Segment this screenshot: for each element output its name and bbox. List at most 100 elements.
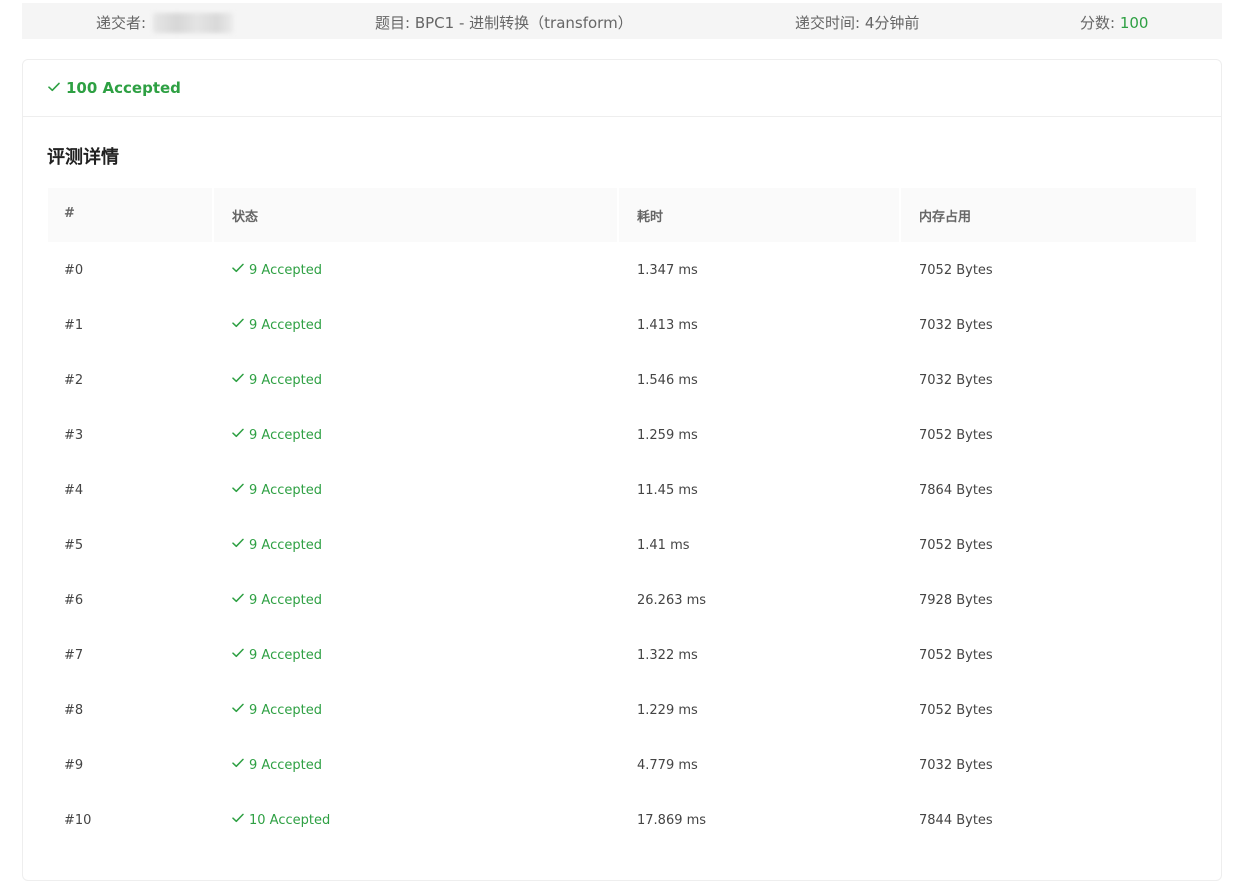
table-row: #10 10 Accepted 17.869 ms 7844 Bytes (48, 792, 1196, 847)
testcase-status-text: 9 Accepted (249, 593, 322, 608)
testcase-id: #10 (64, 813, 92, 828)
testcase-memory: 7928 Bytes (919, 593, 993, 608)
submit-time-info: 递交时间: 4分钟前 (795, 12, 919, 33)
column-divider (212, 188, 214, 242)
table-header: # 状态 耗时 内存占用 (48, 188, 1196, 242)
testcase-time: 11.45 ms (637, 483, 698, 498)
testcase-status: 9 Accepted (232, 373, 322, 388)
testcase-status: 9 Accepted (232, 703, 322, 718)
testcase-status-text: 9 Accepted (249, 318, 322, 333)
testcase-memory: 7052 Bytes (919, 538, 993, 553)
testcase-time: 1.229 ms (637, 703, 698, 718)
submitter-label: 递交者: (96, 14, 147, 32)
testcase-id: #4 (64, 483, 84, 498)
column-header-memory: 内存占用 (919, 210, 972, 225)
check-icon (232, 593, 244, 603)
testcase-id: #5 (64, 538, 84, 553)
check-icon (232, 373, 244, 383)
check-icon (232, 318, 244, 328)
testcase-id: #8 (64, 703, 84, 718)
testcase-id: #0 (64, 263, 84, 278)
problem-name-link[interactable]: BPC1 - 进制转换（transform） (415, 14, 633, 32)
overall-status-text: 100 Accepted (66, 79, 181, 97)
submitter-name-blurred (152, 13, 233, 33)
testcase-memory: 7864 Bytes (919, 483, 993, 498)
column-divider (899, 188, 901, 242)
result-card: 100 Accepted 评测详情 # 状态 耗时 内存占用 #0 9 Accep… (22, 59, 1222, 881)
problem-label: 题目: (375, 14, 411, 32)
testcase-status-text: 9 Accepted (249, 373, 322, 388)
testcase-time: 1.259 ms (637, 428, 698, 443)
check-icon (232, 538, 244, 548)
testcase-memory: 7032 Bytes (919, 318, 993, 333)
check-icon (232, 648, 244, 658)
testcase-status: 9 Accepted (232, 758, 322, 773)
testcase-status: 9 Accepted (232, 263, 322, 278)
testcase-id: #3 (64, 428, 84, 443)
testcase-status-text: 9 Accepted (249, 648, 322, 663)
testcase-id: #1 (64, 318, 84, 333)
testcase-status-text: 9 Accepted (249, 428, 322, 443)
testcase-memory: 7052 Bytes (919, 428, 993, 443)
testcase-status: 9 Accepted (232, 428, 322, 443)
testcase-memory: 7032 Bytes (919, 373, 993, 388)
score-label: 分数: (1080, 14, 1116, 32)
check-icon (232, 703, 244, 713)
testcase-status-text: 9 Accepted (249, 483, 322, 498)
table-row: #9 9 Accepted 4.779 ms 7032 Bytes (48, 737, 1196, 792)
testcase-status-text: 9 Accepted (249, 758, 322, 773)
submission-info-bar: 递交者: 题目: BPC1 - 进制转换（transform） 递交时间: 4分… (22, 3, 1222, 39)
testcase-time: 1.546 ms (637, 373, 698, 388)
testcase-time: 1.322 ms (637, 648, 698, 663)
testcase-memory: 7052 Bytes (919, 703, 993, 718)
testcase-id: #6 (64, 593, 84, 608)
judge-details-table: # 状态 耗时 内存占用 #0 9 Accepted 1.347 ms 7052 By… (48, 188, 1196, 847)
table-body: #0 9 Accepted 1.347 ms 7052 Bytes #1 9 Accept… (48, 242, 1196, 847)
submit-time-label: 递交时间: (795, 14, 861, 32)
table-row: #8 9 Accepted 1.229 ms 7052 Bytes (48, 682, 1196, 737)
table-row: #6 9 Accepted 26.263 ms 7928 Bytes (48, 572, 1196, 627)
score-value: 100 (1119, 14, 1149, 32)
testcase-memory: 7032 Bytes (919, 758, 993, 773)
check-icon (232, 483, 244, 493)
check-icon (232, 813, 244, 823)
result-card-header: 100 Accepted (23, 60, 1221, 117)
table-row: #2 9 Accepted 1.546 ms 7032 Bytes (48, 352, 1196, 407)
testcase-memory: 7844 Bytes (919, 813, 993, 828)
table-row: #1 9 Accepted 1.413 ms 7032 Bytes (48, 297, 1196, 352)
problem-info: 题目: BPC1 - 进制转换（transform） (375, 12, 633, 33)
details-title: 评测详情 (47, 147, 119, 168)
testcase-status-text: 10 Accepted (249, 813, 331, 828)
testcase-id: #9 (64, 758, 84, 773)
column-divider (617, 188, 619, 242)
testcase-time: 1.41 ms (637, 538, 690, 553)
check-icon (232, 263, 244, 273)
submitter-info: 递交者: (96, 12, 233, 33)
table-row: #3 9 Accepted 1.259 ms 7052 Bytes (48, 407, 1196, 462)
table-row: #0 9 Accepted 1.347 ms 7052 Bytes (48, 242, 1196, 297)
table-row: #7 9 Accepted 1.322 ms 7052 Bytes (48, 627, 1196, 682)
testcase-time: 26.263 ms (637, 593, 707, 608)
testcase-time: 1.347 ms (637, 263, 698, 278)
table-row: #4 9 Accepted 11.45 ms 7864 Bytes (48, 462, 1196, 517)
testcase-time: 17.869 ms (637, 813, 707, 828)
testcase-memory: 7052 Bytes (919, 648, 993, 663)
overall-status: 100 Accepted (48, 79, 181, 97)
testcase-status: 9 Accepted (232, 483, 322, 498)
submit-time-value: 4分钟前 (864, 14, 920, 32)
testcase-status-text: 9 Accepted (249, 538, 322, 553)
testcase-status: 10 Accepted (232, 813, 330, 828)
testcase-id: #2 (64, 373, 84, 388)
column-header-id: # (64, 206, 75, 221)
testcase-status: 9 Accepted (232, 538, 322, 553)
table-row: #5 9 Accepted 1.41 ms 7052 Bytes (48, 517, 1196, 572)
testcase-memory: 7052 Bytes (919, 263, 993, 278)
testcase-status: 9 Accepted (232, 318, 322, 333)
check-icon (232, 758, 244, 768)
testcase-status-text: 9 Accepted (249, 703, 322, 718)
column-header-status: 状态 (232, 210, 259, 225)
testcase-status: 9 Accepted (232, 593, 322, 608)
score-info: 分数: 100 (1080, 12, 1148, 33)
testcase-id: #7 (64, 648, 84, 663)
column-header-time: 耗时 (637, 210, 664, 225)
